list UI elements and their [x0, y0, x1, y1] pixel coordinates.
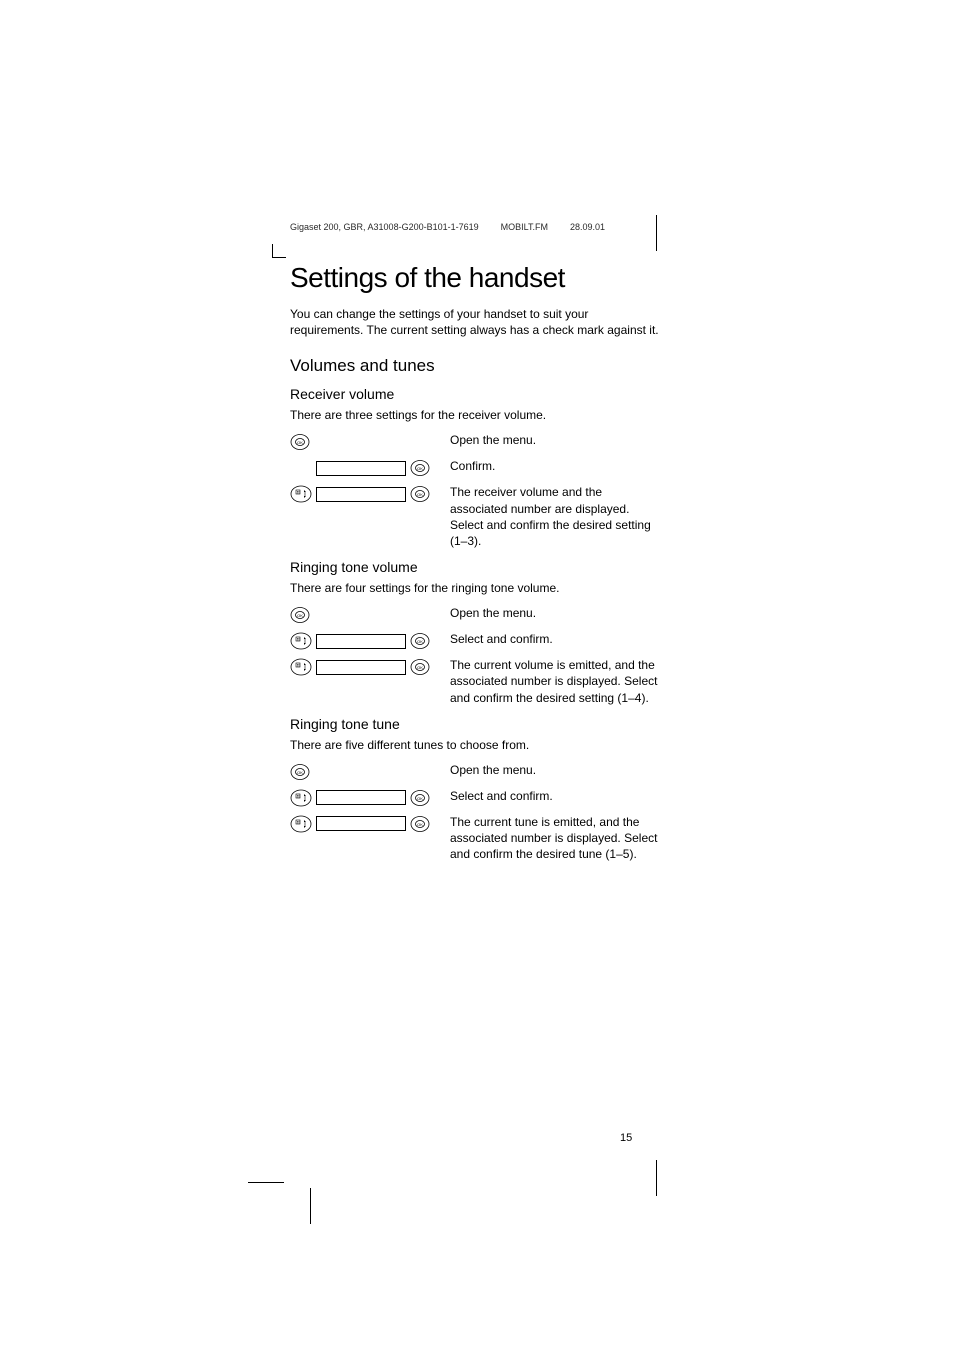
svg-text:OK: OK [297, 770, 303, 775]
display-slot [316, 487, 406, 502]
ok-icon: OK [290, 605, 310, 625]
step-row: OK Select and confirm. [290, 788, 660, 808]
svg-text:OK: OK [417, 796, 423, 801]
svg-text:OK: OK [417, 665, 423, 670]
svg-text:OK: OK [417, 466, 423, 471]
ok-icon: OK [290, 762, 310, 782]
ok-icon: OK [290, 432, 310, 452]
nav-icon [290, 631, 312, 651]
step-icons: OK [290, 458, 450, 478]
svg-text:OK: OK [417, 639, 423, 644]
step-row: OK Open the menu. [290, 762, 660, 782]
nav-icon [290, 788, 312, 808]
page-number: 15 [620, 1132, 632, 1144]
step-text: The receiver volume and the associated n… [450, 484, 660, 549]
page-content: Gigaset 200, GBR, A31008-G200-B101-1-761… [290, 222, 660, 868]
subsection-heading: Ringing tone volume [290, 559, 660, 575]
step-row: OK Select and confirm. [290, 631, 660, 651]
step-row: OK The current volume is emitted, and th… [290, 657, 660, 706]
ok-icon: OK [410, 814, 430, 834]
step-text: Open the menu. [450, 605, 660, 621]
step-icons: OK [290, 631, 450, 651]
crop-mark [248, 1182, 284, 1183]
nav-icon [290, 814, 312, 834]
ok-icon: OK [410, 484, 430, 504]
nav-icon [290, 484, 312, 504]
display-slot [316, 790, 406, 805]
intro-text: You can change the settings of your hand… [290, 306, 660, 338]
subsection-intro: There are five different tunes to choose… [290, 738, 660, 752]
step-icons: OK [290, 657, 450, 677]
svg-text:OK: OK [417, 822, 423, 827]
step-text: Open the menu. [450, 432, 660, 448]
step-text: Confirm. [450, 458, 660, 474]
step-row: OK Open the menu. [290, 432, 660, 452]
subsection-heading: Receiver volume [290, 386, 660, 402]
crop-mark [310, 1188, 311, 1224]
page-title: Settings of the handset [290, 262, 660, 294]
display-slot [316, 660, 406, 675]
document-header: Gigaset 200, GBR, A31008-G200-B101-1-761… [290, 222, 660, 232]
step-icons: OK [290, 788, 450, 808]
step-row: OK The receiver volume and the associate… [290, 484, 660, 549]
step-icons: OK [290, 814, 450, 834]
step-icons: OK [290, 484, 450, 504]
svg-text:OK: OK [297, 613, 303, 618]
subsection-heading: Ringing tone tune [290, 716, 660, 732]
doc-file: MOBILT.FM [501, 222, 548, 232]
ok-icon: OK [410, 631, 430, 651]
ok-icon: OK [410, 657, 430, 677]
display-slot [316, 634, 406, 649]
step-text: The current tune is emitted, and the ass… [450, 814, 660, 863]
step-row: OK Open the menu. [290, 605, 660, 625]
crop-mark [272, 244, 286, 258]
ok-icon: OK [410, 788, 430, 808]
section-heading: Volumes and tunes [290, 356, 660, 376]
step-row: OK The current tune is emitted, and the … [290, 814, 660, 863]
doc-date: 28.09.01 [570, 222, 605, 232]
crop-mark [656, 1160, 657, 1196]
subsection-intro: There are four settings for the ringing … [290, 581, 660, 595]
subsection-intro: There are three settings for the receive… [290, 408, 660, 422]
step-text: Select and confirm. [450, 788, 660, 804]
step-icons: OK [290, 762, 450, 782]
display-slot [316, 461, 406, 476]
doc-id: Gigaset 200, GBR, A31008-G200-B101-1-761… [290, 222, 479, 232]
nav-icon [290, 657, 312, 677]
step-row: OK Confirm. [290, 458, 660, 478]
step-text: The current volume is emitted, and the a… [450, 657, 660, 706]
ok-icon: OK [410, 458, 430, 478]
display-slot [316, 816, 406, 831]
svg-text:OK: OK [417, 492, 423, 497]
step-icons: OK [290, 605, 450, 625]
svg-text:OK: OK [297, 440, 303, 445]
step-text: Open the menu. [450, 762, 660, 778]
step-icons: OK [290, 432, 450, 452]
step-text: Select and confirm. [450, 631, 660, 647]
